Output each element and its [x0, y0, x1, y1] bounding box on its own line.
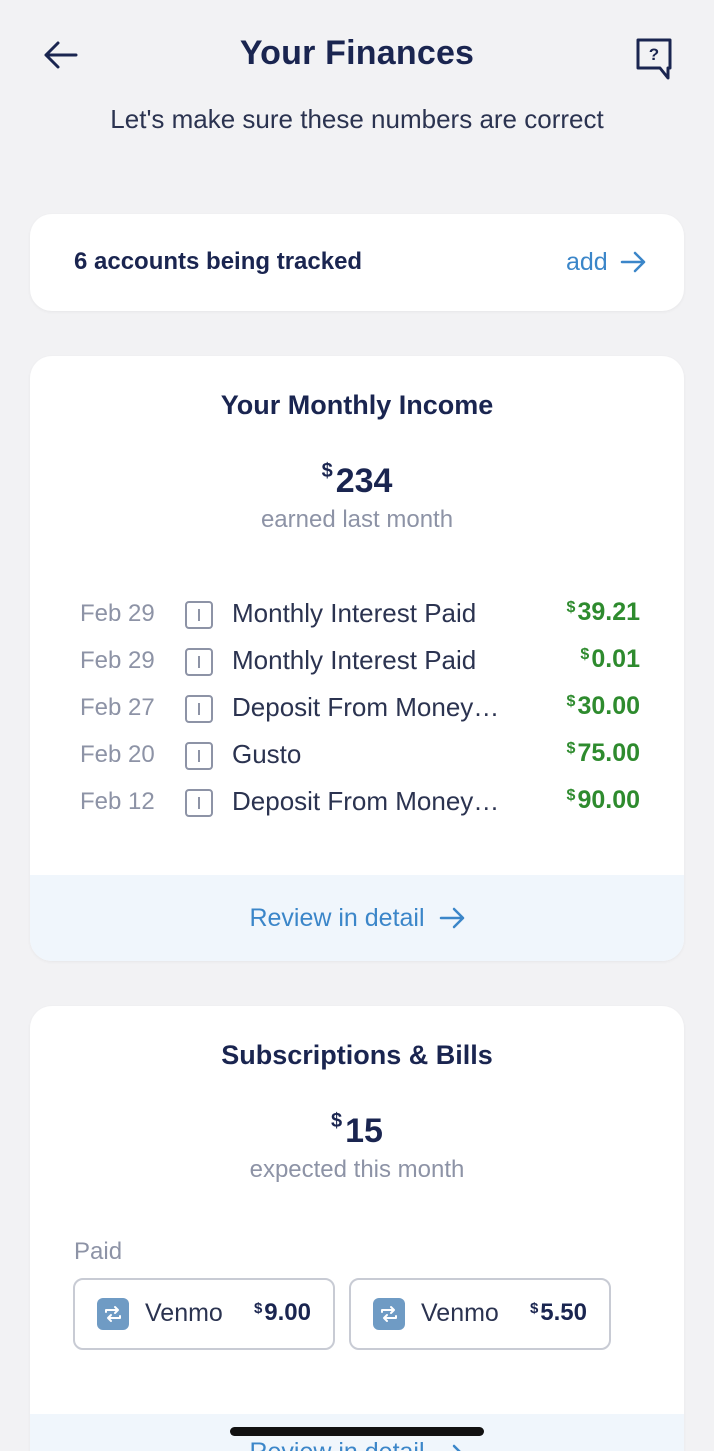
transaction-date: Feb 12 — [80, 788, 155, 815]
bill-chip[interactable]: Venmo $9.00 — [73, 1278, 335, 1350]
add-account-link[interactable]: add — [566, 244, 646, 280]
income-caption: earned last month — [260, 506, 454, 533]
transaction-amount-value: 39.21 — [577, 598, 640, 626]
arrow-right-icon — [620, 251, 645, 273]
subscriptions-currency: $ — [331, 1110, 343, 1132]
svg-text:?: ? — [649, 45, 659, 64]
bill-currency: $ — [529, 1300, 539, 1317]
monthly-income-card: Your Monthly Income $234 earned last mon… — [30, 356, 684, 961]
page-subtitle: Let's make sure these numbers are correc… — [110, 104, 604, 134]
transaction-description: Deposit From Money… — [232, 786, 500, 816]
income-amount: $234 — [30, 460, 684, 501]
transaction-description: Monthly Interest Paid — [232, 645, 477, 675]
bill-currency: $ — [253, 1300, 263, 1317]
income-currency: $ — [321, 460, 333, 482]
transaction-row[interactable]: Feb 12 Deposit From Money… $90.00 — [80, 782, 640, 822]
help-button[interactable]: ? — [630, 34, 678, 84]
subscriptions-caption: expected this month — [249, 1156, 465, 1183]
income-amount-value: 234 — [335, 462, 393, 500]
subscriptions-title: Subscriptions & Bills — [221, 1040, 493, 1070]
bill-amount-value: 5.50 — [540, 1299, 587, 1326]
income-type-icon — [185, 742, 213, 770]
transaction-date: Feb 27 — [80, 694, 155, 721]
arrow-right-icon — [439, 907, 464, 929]
transaction-amount-value: 75.00 — [577, 739, 640, 767]
transaction-amount: $30.00 — [567, 692, 640, 721]
accounts-tracked-text: 6 accounts being tracked — [74, 248, 363, 275]
transaction-currency: $ — [566, 693, 576, 710]
income-type-icon — [185, 695, 213, 723]
transaction-description: Gusto — [232, 739, 302, 769]
transaction-amount: $75.00 — [567, 739, 640, 768]
transaction-date: Feb 20 — [80, 741, 155, 768]
transaction-currency: $ — [566, 740, 576, 757]
transaction-amount: $90.00 — [567, 786, 640, 815]
transaction-row[interactable]: Feb 29 Monthly Interest Paid $39.21 — [80, 594, 640, 634]
review-subscriptions-label: Review in detail — [249, 1438, 424, 1451]
bill-name: Venmo — [145, 1299, 223, 1327]
page-title: Your Finances — [239, 34, 475, 72]
header: Your Finances ? Let's make sure these nu… — [0, 0, 714, 134]
transaction-amount-value: 30.00 — [577, 692, 640, 720]
transaction-currency: $ — [580, 646, 590, 663]
income-type-icon — [185, 789, 213, 817]
transaction-amount: $39.21 — [567, 598, 640, 627]
bill-amount-value: 9.00 — [264, 1299, 311, 1326]
subscriptions-amount: $15 — [30, 1110, 684, 1151]
bill-amount: $9.00 — [254, 1299, 311, 1327]
arrow-right-icon — [452, 1444, 461, 1451]
transaction-currency: $ — [566, 787, 576, 804]
income-title: Your Monthly Income — [220, 390, 494, 420]
transaction-amount: $0.01 — [580, 645, 640, 674]
repeat-icon — [373, 1298, 405, 1330]
transaction-row[interactable]: Feb 20 Gusto $75.00 — [80, 735, 640, 775]
transaction-description: Deposit From Money… — [232, 692, 500, 722]
review-income-button[interactable]: Review in detail — [30, 875, 684, 961]
subscriptions-card: Subscriptions & Bills $15 expected this … — [30, 1006, 684, 1451]
transaction-amount-value: 90.00 — [577, 786, 640, 814]
help-chat-icon: ? — [636, 38, 672, 80]
income-type-icon — [185, 601, 213, 629]
transaction-currency: $ — [566, 599, 576, 616]
transaction-row[interactable]: Feb 29 Monthly Interest Paid $0.01 — [80, 641, 640, 681]
paid-section-label: Paid — [74, 1238, 123, 1265]
accounts-card: 6 accounts being tracked add — [30, 214, 684, 311]
review-income-label: Review in detail — [249, 903, 425, 932]
subscriptions-amount-value: 15 — [345, 1112, 383, 1150]
bill-amount: $5.50 — [530, 1299, 587, 1327]
add-label: add — [566, 247, 608, 276]
income-type-icon — [185, 648, 213, 676]
home-indicator[interactable] — [230, 1427, 484, 1436]
transaction-amount-value: 0.01 — [591, 645, 640, 673]
repeat-icon — [97, 1298, 129, 1330]
bill-name: Venmo — [421, 1299, 499, 1327]
transaction-description: Monthly Interest Paid — [232, 598, 477, 628]
transaction-row[interactable]: Feb 27 Deposit From Money… $30.00 — [80, 688, 640, 728]
transaction-date: Feb 29 — [80, 647, 155, 674]
transaction-date: Feb 29 — [80, 600, 155, 627]
bill-chip[interactable]: Venmo $5.50 — [349, 1278, 611, 1350]
